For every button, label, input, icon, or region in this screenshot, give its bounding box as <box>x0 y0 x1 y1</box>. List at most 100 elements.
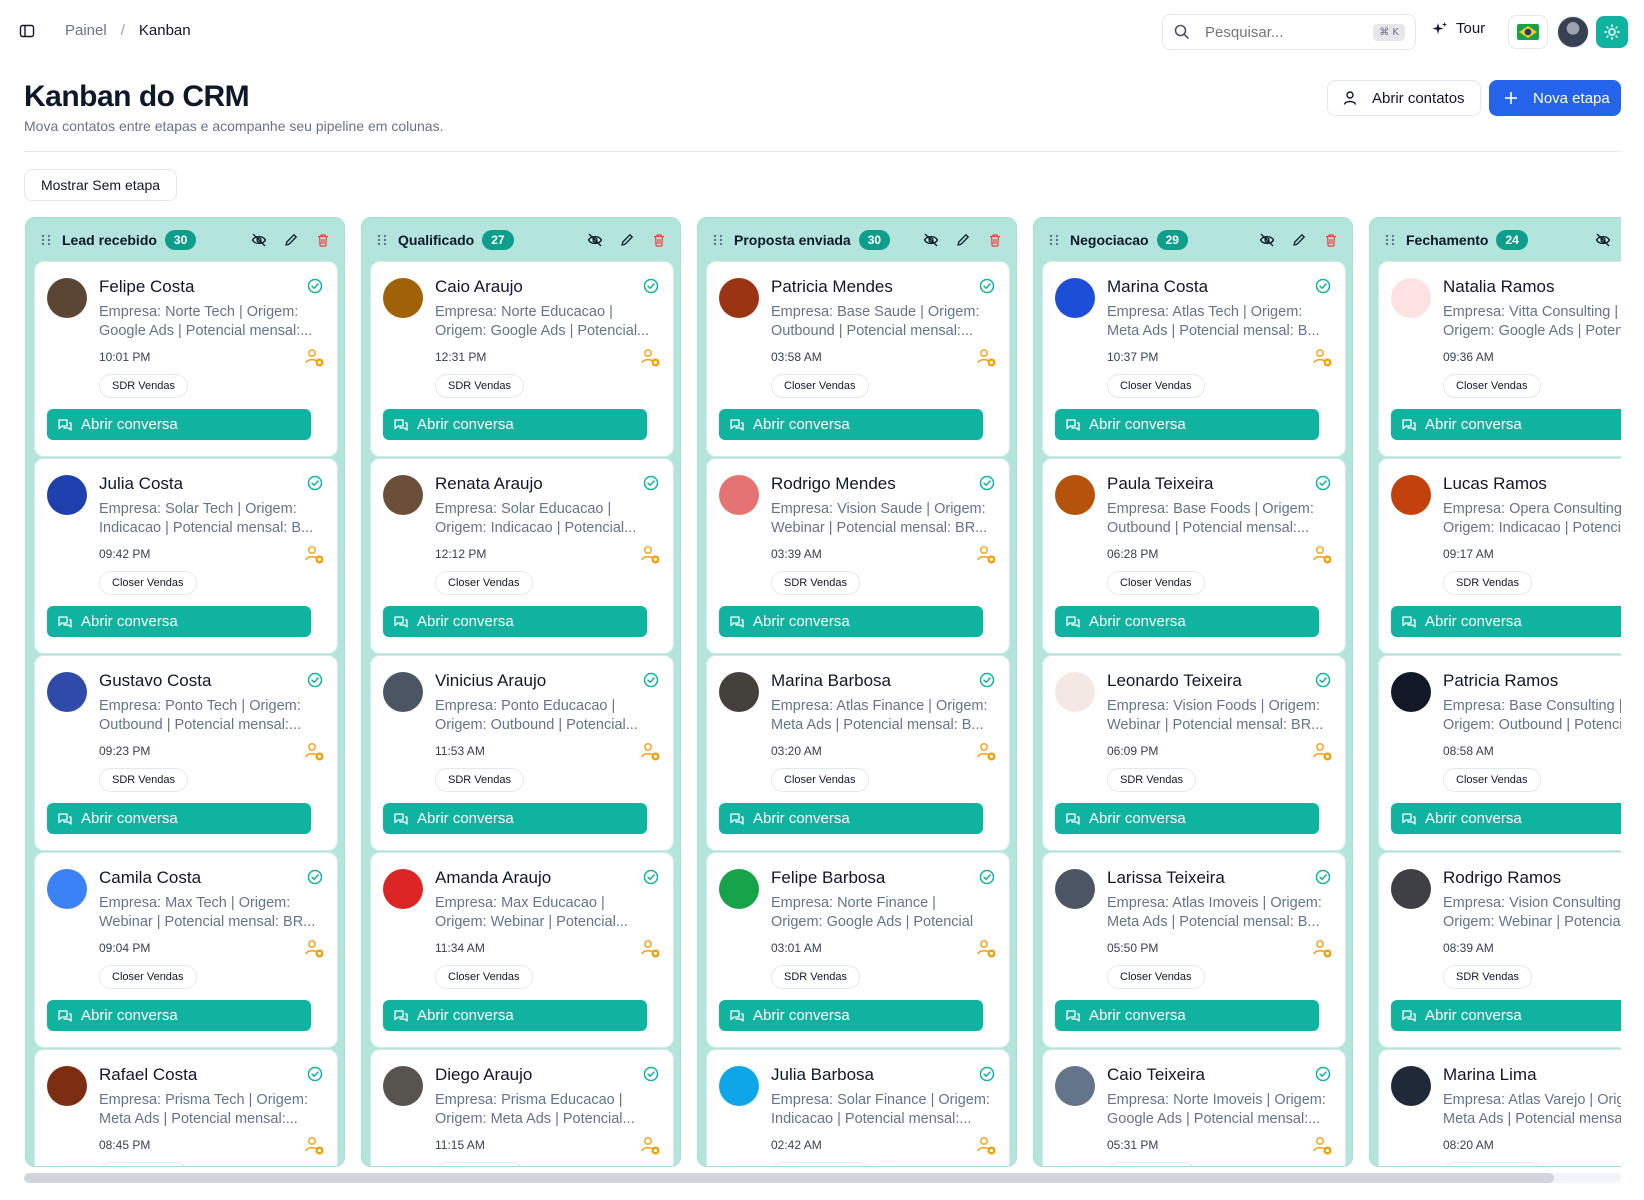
column-header: Lead recebido 30 <box>26 218 344 262</box>
contact-card[interactable]: Camila Costa Empresa: Max Tech | Origem: … <box>34 852 338 1048</box>
contact-card[interactable]: Rodrigo Ramos Empresa: Vision Consulting … <box>1378 852 1621 1048</box>
assign-user-icon[interactable] <box>975 740 997 762</box>
assign-user-icon[interactable] <box>1311 1134 1333 1156</box>
contact-card[interactable]: Marina Barbosa Empresa: Atlas Finance | O… <box>706 655 1010 851</box>
contact-card[interactable]: Lucas Ramos Empresa: Opera Consulting | O… <box>1378 458 1621 654</box>
open-chat-button[interactable]: Abrir conversa <box>1055 409 1319 440</box>
assign-user-icon[interactable] <box>639 937 661 959</box>
contact-card[interactable]: Felipe Barbosa Empresa: Norte Finance | O… <box>706 852 1010 1048</box>
assign-user-icon[interactable] <box>303 543 325 565</box>
drag-handle-icon[interactable] <box>40 233 52 247</box>
contact-card[interactable]: Leonardo Teixeira Empresa: Vision Foods |… <box>1042 655 1346 851</box>
open-chat-button[interactable]: Abrir conversa <box>47 1000 311 1031</box>
contact-card[interactable]: Vinicius Araujo Empresa: Ponto Educacao |… <box>370 655 674 851</box>
edit-column-icon[interactable] <box>282 231 300 249</box>
sidebar-toggle-icon[interactable] <box>16 20 38 42</box>
assign-user-icon[interactable] <box>975 543 997 565</box>
open-chat-button[interactable]: Abrir conversa <box>1055 803 1319 834</box>
open-chat-button[interactable]: Abrir conversa <box>47 409 311 440</box>
contact-card[interactable]: Rodrigo Mendes Empresa: Vision Saude | Or… <box>706 458 1010 654</box>
assign-user-icon[interactable] <box>639 1134 661 1156</box>
hide-column-icon[interactable] <box>250 231 268 249</box>
open-chat-button[interactable]: Abrir conversa <box>719 606 983 637</box>
tour-button[interactable]: Tour <box>1432 20 1485 37</box>
drag-handle-icon[interactable] <box>1048 233 1060 247</box>
hide-column-icon[interactable] <box>586 231 604 249</box>
drag-handle-icon[interactable] <box>712 233 724 247</box>
contact-name: Marina Barbosa <box>771 671 892 690</box>
contact-card[interactable]: Diego Araujo Empresa: Prisma Educacao | O… <box>370 1049 674 1166</box>
delete-column-icon[interactable] <box>650 231 668 249</box>
edit-column-icon[interactable] <box>1290 231 1308 249</box>
open-chat-button[interactable]: Abrir conversa <box>383 409 647 440</box>
hide-column-icon[interactable] <box>1594 231 1612 249</box>
assign-user-icon[interactable] <box>975 937 997 959</box>
new-stage-button[interactable]: Nova etapa <box>1489 80 1621 116</box>
assign-user-icon[interactable] <box>639 543 661 565</box>
open-chat-button[interactable]: Abrir conversa <box>1391 606 1621 637</box>
contact-card[interactable]: Renata Araujo Empresa: Solar Educacao | O… <box>370 458 674 654</box>
contact-card[interactable]: Caio Araujo Empresa: Norte Educacao | Ori… <box>370 261 674 457</box>
open-chat-button[interactable]: Abrir conversa <box>1391 409 1621 440</box>
language-flag-button[interactable] <box>1508 15 1548 49</box>
assign-user-icon[interactable] <box>639 740 661 762</box>
open-chat-button[interactable]: Abrir conversa <box>383 803 647 834</box>
drag-handle-icon[interactable] <box>1384 233 1396 247</box>
contact-card[interactable]: Marina Lima Empresa: Atlas Varejo | Orige… <box>1378 1049 1621 1166</box>
open-chat-button[interactable]: Abrir conversa <box>719 803 983 834</box>
contact-card[interactable]: Marina Costa Empresa: Atlas Tech | Origem… <box>1042 261 1346 457</box>
delete-column-icon[interactable] <box>314 231 332 249</box>
open-chat-button[interactable]: Abrir conversa <box>1055 1000 1319 1031</box>
assign-user-icon[interactable] <box>303 1134 325 1156</box>
open-chat-button[interactable]: Abrir conversa <box>1055 606 1319 637</box>
open-chat-button[interactable]: Abrir conversa <box>719 1000 983 1031</box>
edit-column-icon[interactable] <box>954 231 972 249</box>
contact-card[interactable]: Julia Barbosa Empresa: Solar Finance | Or… <box>706 1049 1010 1166</box>
assign-user-icon[interactable] <box>303 346 325 368</box>
open-chat-button[interactable]: Abrir conversa <box>719 409 983 440</box>
theme-toggle-button[interactable] <box>1596 16 1628 48</box>
scrollbar-thumb[interactable] <box>24 1173 1554 1183</box>
assign-user-icon[interactable] <box>1311 937 1333 959</box>
show-no-stage-button[interactable]: Mostrar Sem etapa <box>24 169 177 201</box>
open-chat-button[interactable]: Abrir conversa <box>383 1000 647 1031</box>
assign-user-icon[interactable] <box>975 1134 997 1156</box>
assign-user-icon[interactable] <box>975 346 997 368</box>
contact-card[interactable]: Larissa Teixeira Empresa: Atlas Imoveis |… <box>1042 852 1346 1048</box>
contact-card[interactable]: Natalia Ramos Empresa: Vitta Consulting |… <box>1378 261 1621 457</box>
contact-card[interactable]: Amanda Araujo Empresa: Max Educacao | Ori… <box>370 852 674 1048</box>
assign-user-icon[interactable] <box>1311 740 1333 762</box>
open-chat-button[interactable]: Abrir conversa <box>47 606 311 637</box>
search-box[interactable]: ⌘ K <box>1162 14 1416 50</box>
contact-card[interactable]: Felipe Costa Empresa: Norte Tech | Origem… <box>34 261 338 457</box>
contact-card[interactable]: Patricia Ramos Empresa: Base Consulting |… <box>1378 655 1621 851</box>
breadcrumb-painel[interactable]: Painel <box>65 22 107 39</box>
contact-card[interactable]: Caio Teixeira Empresa: Norte Imoveis | Or… <box>1042 1049 1346 1166</box>
delete-column-icon[interactable] <box>986 231 1004 249</box>
contact-card[interactable]: Julia Costa Empresa: Solar Tech | Origem:… <box>34 458 338 654</box>
delete-column-icon[interactable] <box>1322 231 1340 249</box>
hide-column-icon[interactable] <box>922 231 940 249</box>
assign-user-icon[interactable] <box>303 937 325 959</box>
hide-column-icon[interactable] <box>1258 231 1276 249</box>
edit-column-icon[interactable] <box>618 231 636 249</box>
assign-user-icon[interactable] <box>303 740 325 762</box>
assign-user-icon[interactable] <box>1311 346 1333 368</box>
assign-user-icon[interactable] <box>639 346 661 368</box>
drag-handle-icon[interactable] <box>376 233 388 247</box>
contact-card[interactable]: Rafael Costa Empresa: Prisma Tech | Orige… <box>34 1049 338 1166</box>
contact-name: Patricia Ramos <box>1443 671 1559 690</box>
assign-user-icon[interactable] <box>1311 543 1333 565</box>
open-contacts-button[interactable]: Abrir contatos <box>1327 80 1481 116</box>
open-chat-button[interactable]: Abrir conversa <box>1391 1000 1621 1031</box>
contact-card[interactable]: Patricia Mendes Empresa: Base Saude | Ori… <box>706 261 1010 457</box>
open-chat-button[interactable]: Abrir conversa <box>47 803 311 834</box>
contact-card[interactable]: Gustavo Costa Empresa: Ponto Tech | Orige… <box>34 655 338 851</box>
open-chat-button[interactable]: Abrir conversa <box>383 606 647 637</box>
user-avatar[interactable] <box>1557 16 1589 48</box>
contact-time: 09:17 AM <box>1443 547 1494 561</box>
horizontal-scrollbar[interactable] <box>24 1173 1621 1183</box>
search-input[interactable] <box>1205 23 1365 41</box>
contact-card[interactable]: Paula Teixeira Empresa: Base Foods | Orig… <box>1042 458 1346 654</box>
open-chat-button[interactable]: Abrir conversa <box>1391 803 1621 834</box>
